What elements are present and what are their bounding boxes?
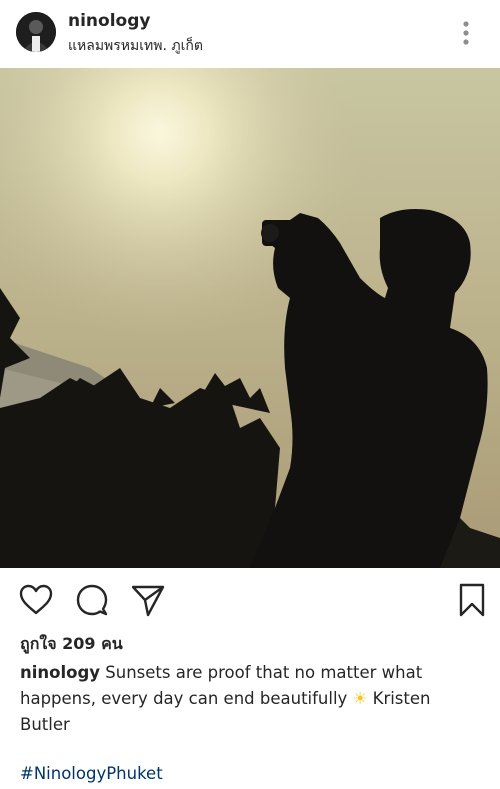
- avatar[interactable]: [16, 12, 56, 52]
- heart-icon[interactable]: [18, 582, 54, 618]
- post-username[interactable]: ninology: [68, 11, 150, 31]
- post-photo[interactable]: [0, 68, 500, 568]
- comment-bubble-icon[interactable]: [74, 582, 110, 618]
- likes-count[interactable]: ถูกใจ 209 คน: [20, 632, 123, 657]
- caption-username[interactable]: ninology: [20, 663, 100, 682]
- action-bar: [0, 582, 500, 622]
- paper-plane-icon[interactable]: [130, 582, 166, 618]
- post-caption: ninology Sunsets are proof that no matte…: [20, 660, 482, 738]
- bookmark-icon[interactable]: [454, 582, 490, 618]
- sun-emoji-icon: ☀: [352, 689, 368, 708]
- more-vertical-icon[interactable]: [452, 18, 480, 48]
- post-location[interactable]: แหลมพรหมเทพ. ภูเก็ต: [68, 35, 203, 57]
- post-header: ninology แหลมพรหมเทพ. ภูเก็ต: [0, 0, 500, 68]
- hashtag-link[interactable]: #NinologyPhuket: [20, 764, 163, 783]
